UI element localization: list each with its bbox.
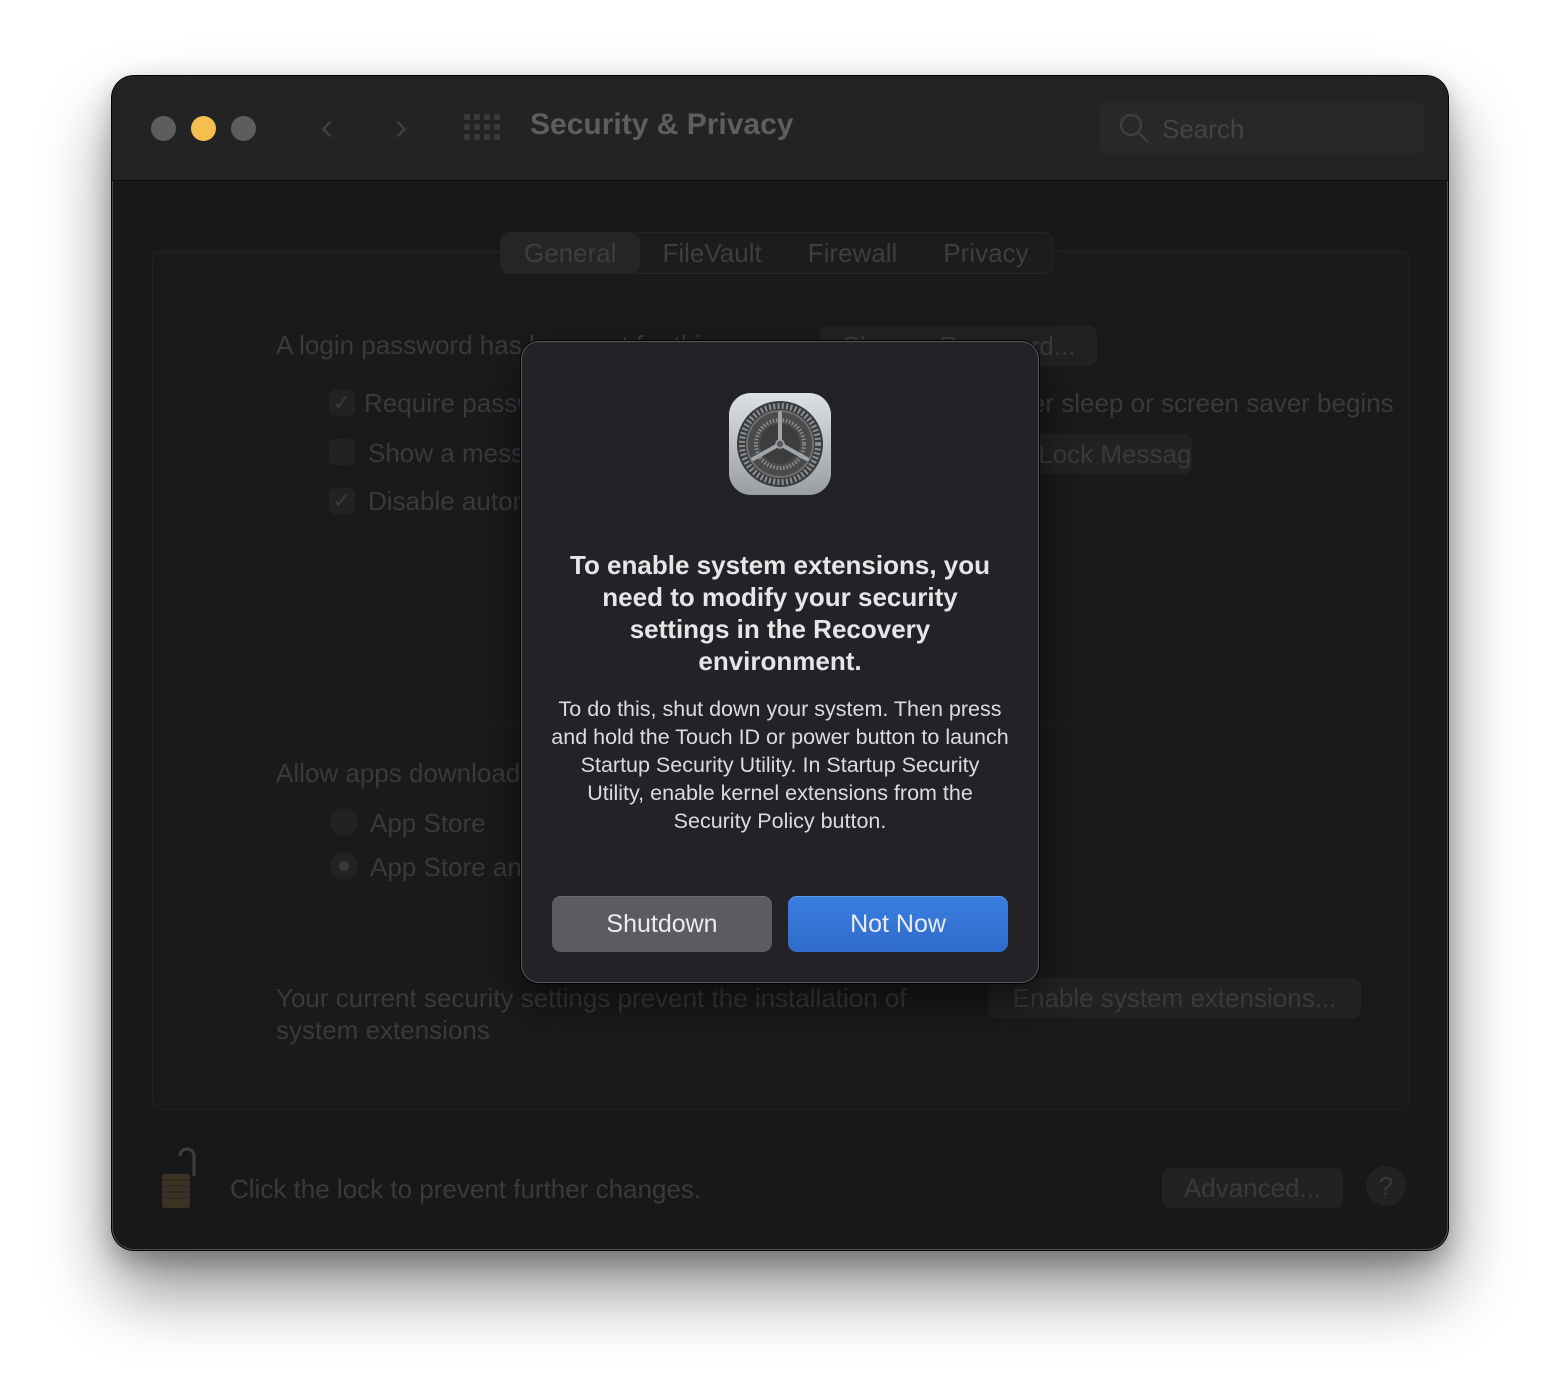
dialog-title: To enable system extensions, you need to… <box>570 550 990 676</box>
radio-app-store[interactable] <box>330 808 358 836</box>
show-message-checkbox[interactable] <box>329 439 355 465</box>
recovery-alert-dialog: To enable system extensions, you need to… <box>521 341 1039 983</box>
lock-status-text: Click the lock to prevent further change… <box>230 1174 702 1204</box>
tab-firewall[interactable]: Firewall <box>785 233 921 273</box>
radio-app-store-identified[interactable] <box>330 852 358 880</box>
forward-chevron-icon[interactable]: › <box>386 108 416 148</box>
system-preferences-gear-icon <box>729 393 831 495</box>
disable-auto-login-checkbox[interactable]: ✓ <box>329 488 355 514</box>
title-bar: ‹ › Security & Privacy <box>112 76 1448 181</box>
require-password-checkbox[interactable]: ✓ <box>329 390 355 416</box>
unlocked-padlock-icon[interactable] <box>162 1146 202 1208</box>
enable-system-extensions-button[interactable]: Enable system extensions... <box>988 978 1361 1018</box>
tab-divider-left <box>152 252 500 253</box>
minimize-window-button[interactable] <box>191 116 216 141</box>
require-password-suffix: after sleep or screen saver begins <box>1002 388 1394 418</box>
search-input[interactable] <box>1160 101 1414 157</box>
tab-general[interactable]: General <box>501 233 640 273</box>
radio-app-store-label: App Store <box>370 808 486 838</box>
shutdown-button[interactable]: Shutdown <box>552 896 772 952</box>
show-all-grid-icon[interactable] <box>464 114 500 142</box>
tab-divider-right <box>1063 252 1408 253</box>
search-field[interactable] <box>1100 101 1424 157</box>
back-chevron-icon[interactable]: ‹ <box>312 108 342 148</box>
not-now-button[interactable]: Not Now <box>788 896 1008 952</box>
close-window-button[interactable] <box>151 116 176 141</box>
advanced-button[interactable]: Advanced... <box>1162 1168 1343 1208</box>
tab-privacy[interactable]: Privacy <box>920 233 1051 273</box>
extensions-warning-text: Your current security settings prevent t… <box>276 983 907 1045</box>
zoom-window-button[interactable] <box>231 116 256 141</box>
window-title: Security & Privacy <box>530 108 794 141</box>
tab-bar: General FileVault Firewall Privacy <box>500 232 1053 274</box>
dialog-message: To do this, shut down your system. Then … <box>551 697 1009 833</box>
tab-filevault[interactable]: FileVault <box>640 233 785 273</box>
search-icon <box>1119 113 1149 143</box>
help-button[interactable]: ? <box>1366 1166 1406 1206</box>
